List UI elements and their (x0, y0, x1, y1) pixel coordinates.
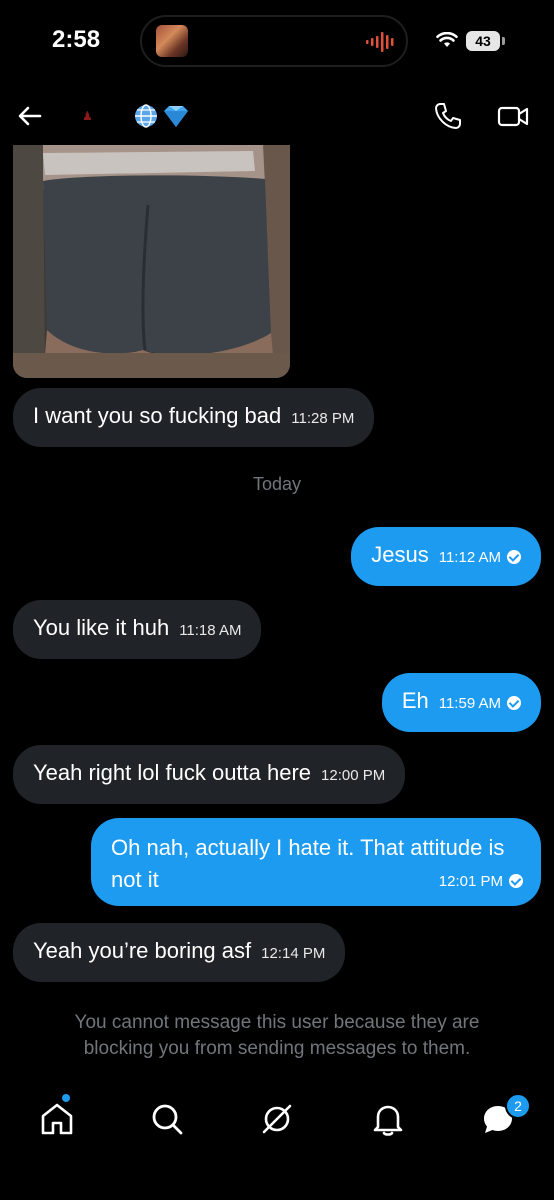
message-time: 12:14 PM (261, 945, 326, 962)
read-receipt-icon (507, 696, 521, 710)
gem-icon (164, 106, 188, 127)
video-call-icon[interactable] (496, 100, 530, 132)
messages-badge: 2 (505, 1093, 531, 1119)
audio-waveform-icon (366, 32, 394, 52)
message-time: 12:00 PM (321, 767, 386, 784)
message-sent[interactable]: Jesus 11:12 AM (351, 527, 541, 586)
contact-avatar[interactable]: ♟ (82, 109, 93, 123)
phone-call-icon[interactable] (432, 100, 464, 132)
message-sent[interactable]: Oh nah, actually I hate it. That attitud… (91, 818, 541, 906)
message-received[interactable]: Yeah you’re boring asf 12:14 PM (13, 923, 346, 982)
grok-icon[interactable] (257, 1099, 297, 1139)
message-received[interactable]: I want you so fucking bad 11:28 PM (13, 388, 375, 447)
back-arrow-icon[interactable] (14, 100, 46, 132)
wifi-icon (436, 32, 458, 47)
dynamic-island[interactable] (140, 15, 408, 67)
battery-nub (502, 37, 505, 45)
status-bar: 2:58 43 (0, 0, 554, 80)
message-time: 11:28 PM (291, 410, 355, 427)
message-sent[interactable]: Eh 11:59 AM (381, 673, 541, 732)
search-icon[interactable] (147, 1099, 187, 1139)
read-receipt-icon (509, 874, 523, 888)
bottom-tab-bar (0, 1085, 554, 1155)
home-icon[interactable] (37, 1099, 77, 1139)
battery-indicator: 43 (466, 31, 500, 51)
message-time: 11:59 AM (438, 695, 501, 712)
message-time: 12:01 PM (438, 873, 503, 890)
photo-content (13, 145, 290, 378)
home-unread-dot (62, 1094, 70, 1102)
globe-icon (135, 104, 157, 128)
received-photo[interactable] (13, 145, 290, 378)
message-text: Jesus (371, 542, 429, 567)
now-playing-artwork (156, 25, 188, 57)
message-text: Eh (401, 688, 429, 713)
message-meta: 12:01 PM (439, 868, 523, 896)
message-received[interactable]: You like it huh 11:18 AM (13, 600, 262, 659)
message-text: You like it huh (33, 615, 170, 640)
message-time: 11:12 AM (438, 549, 501, 566)
message-text: Yeah right lol fuck outta here (33, 760, 312, 785)
message-text: Yeah you’re boring asf (33, 938, 252, 963)
read-receipt-icon (507, 550, 521, 564)
message-text: I want you so fucking bad (33, 403, 282, 428)
contact-name-emojis[interactable] (132, 101, 192, 131)
date-divider: Today (252, 474, 302, 494)
message-received[interactable]: Yeah right lol fuck outta here 12:00 PM (13, 745, 406, 804)
notifications-bell-icon[interactable] (368, 1099, 408, 1139)
conversation-header: ♟ (0, 90, 554, 142)
status-time: 2:58 (52, 26, 101, 53)
blocked-notice: You cannot message this user because the… (74, 1012, 480, 1059)
message-time: 11:18 AM (179, 622, 242, 639)
